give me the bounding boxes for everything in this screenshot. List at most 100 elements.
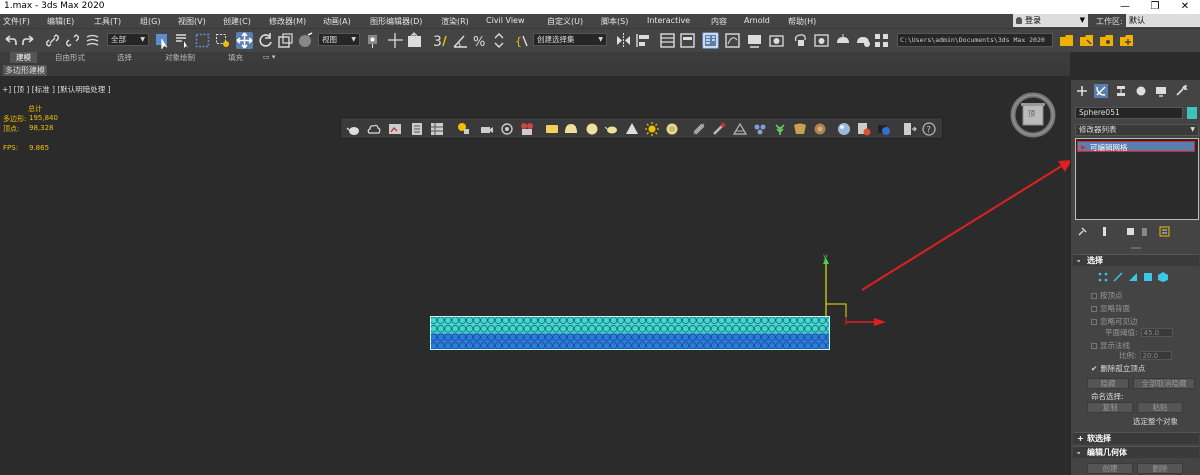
new-project-icon[interactable]: [1118, 32, 1135, 49]
menu-arnold[interactable]: Arnold: [744, 16, 770, 25]
polygon-modeling-label[interactable]: 多边形建模: [3, 65, 47, 76]
tab-populate[interactable]: 填充: [228, 52, 243, 63]
modify-panel-icon[interactable]: [1094, 84, 1108, 98]
edit-geometry-rollout-header[interactable]: - 编辑几何体: [1073, 446, 1199, 458]
named-selection-dropdown[interactable]: 创建选择集 ▼: [533, 33, 607, 46]
render-online-icon[interactable]: [873, 32, 890, 49]
modifier-list-dropdown[interactable]: 修改器列表 ▼: [1075, 124, 1199, 136]
viewport-top[interactable]: +] [顶 ] [标准 ] [默认明暗处理 ] 总计 多边形: 195,840 …: [0, 80, 1072, 475]
skydome-icon[interactable]: [664, 121, 680, 137]
fur-icon[interactable]: [812, 121, 828, 137]
viewport-label[interactable]: +] [顶 ] [标准 ] [默认明暗处理 ]: [2, 84, 111, 95]
menu-scripting[interactable]: 脚本(S): [601, 16, 628, 27]
edge-level-icon[interactable]: [1112, 271, 1124, 283]
ref-coord-dropdown[interactable]: 视图 ▼: [318, 33, 360, 46]
menu-modifiers[interactable]: 修改器(M): [269, 16, 306, 27]
move-icon[interactable]: [236, 32, 253, 49]
select-object-icon[interactable]: [154, 32, 171, 50]
atmosphere-icon[interactable]: [732, 121, 748, 137]
stack-item-editable-mesh[interactable]: ▶ 可编辑网格: [1077, 141, 1195, 152]
viewcube[interactable]: 顶: [1010, 92, 1056, 138]
selection-filter-dropdown[interactable]: 全部 ▼: [107, 33, 149, 46]
show-end-result-icon[interactable]: [1099, 226, 1110, 237]
face-level-icon[interactable]: [1127, 271, 1139, 283]
toggle-ribbon-icon[interactable]: [679, 32, 696, 49]
hierarchy-panel-icon[interactable]: [1114, 84, 1128, 98]
menu-file[interactable]: 文件(F): [3, 16, 30, 27]
cone-light-icon[interactable]: [624, 121, 640, 137]
project-folder-icon[interactable]: [1058, 32, 1075, 49]
list-icon[interactable]: [409, 121, 425, 137]
vertex-level-icon[interactable]: [1097, 271, 1109, 283]
planar-threshold-spinner[interactable]: 平面阈值: 45.0: [1105, 327, 1173, 338]
menu-customize[interactable]: 自定义(U): [547, 16, 583, 27]
export-icon[interactable]: [901, 121, 917, 137]
remove-modifier-icon[interactable]: [1139, 226, 1150, 237]
teapot-icon[interactable]: [346, 121, 362, 137]
rect-selection-icon[interactable]: [194, 32, 211, 49]
utilities-panel-icon[interactable]: [1174, 84, 1188, 98]
paste-button[interactable]: 粘贴: [1137, 402, 1183, 413]
material-editor-icon[interactable]: [768, 32, 785, 49]
create-button[interactable]: 创建: [1087, 463, 1133, 474]
foliage-icon[interactable]: [772, 121, 788, 137]
render-setup-icon[interactable]: [792, 32, 809, 49]
snap-toggle-icon[interactable]: 3: [432, 32, 449, 50]
login-dropdown[interactable]: 登录 ▼: [1013, 14, 1088, 27]
plane-light-icon[interactable]: [544, 121, 560, 137]
material-library-icon[interactable]: [856, 121, 872, 137]
menu-rendering[interactable]: 渲染(R): [441, 16, 469, 27]
workspace-select[interactable]: 默认: [1126, 14, 1200, 27]
unlink-icon[interactable]: [64, 32, 81, 49]
polygon-level-icon[interactable]: [1142, 271, 1154, 283]
rotate-icon[interactable]: [257, 32, 274, 49]
ignore-backfacing-option[interactable]: 忽略背面: [1091, 303, 1130, 314]
unhide-all-button[interactable]: 全部取消隐藏: [1133, 378, 1195, 389]
pipe-tool-icon[interactable]: [711, 121, 727, 137]
spinner-snap-icon[interactable]: [491, 32, 508, 49]
select-manipulate-icon[interactable]: [387, 32, 404, 49]
schematic-view-icon[interactable]: [746, 32, 763, 49]
lightbulb-icon[interactable]: [455, 121, 471, 137]
render-image-icon[interactable]: [387, 121, 403, 137]
grid-panel-icon[interactable]: [429, 121, 445, 137]
scene-explorer-icon[interactable]: [702, 32, 719, 49]
menu-help[interactable]: 帮助(H): [788, 16, 816, 27]
align-icon[interactable]: [635, 32, 652, 49]
keyboard-shortcut-icon[interactable]: [406, 32, 423, 49]
place-icon[interactable]: [297, 32, 314, 49]
sphere-light-icon[interactable]: [584, 121, 600, 137]
render-production-icon[interactable]: [834, 32, 851, 49]
sun-icon[interactable]: [644, 121, 660, 137]
render-iterative-icon[interactable]: [854, 32, 871, 49]
motion-panel-icon[interactable]: [1134, 84, 1148, 98]
camera-icon[interactable]: [479, 121, 495, 137]
ignore-visible-edges-option[interactable]: 忽略可见边: [1091, 316, 1138, 327]
help-icon[interactable]: ?: [921, 121, 937, 137]
configure-sets-icon[interactable]: [1159, 226, 1170, 237]
percent-snap-icon[interactable]: %: [472, 32, 489, 50]
film-camera-icon[interactable]: [519, 121, 535, 137]
menu-views[interactable]: 视图(V): [178, 16, 206, 27]
delete-button[interactable]: 删除: [1137, 463, 1183, 474]
delete-isolated-option[interactable]: ✔ 删除孤立顶点: [1091, 363, 1145, 374]
soft-selection-rollout-header[interactable]: + 软选择: [1073, 432, 1199, 444]
curve-editor-icon[interactable]: [724, 32, 741, 49]
element-level-icon[interactable]: [1157, 271, 1169, 283]
mesh-light-icon[interactable]: [604, 121, 620, 137]
window-crossing-icon[interactable]: [214, 32, 231, 49]
bind-space-warp-icon[interactable]: [84, 32, 101, 49]
project-path-field[interactable]: C:\Users\admin\Documents\3ds Max 2020: [897, 33, 1053, 47]
tab-freeform[interactable]: 自由形式: [55, 52, 85, 63]
menu-edit[interactable]: 编辑(E): [47, 16, 74, 27]
tab-selection[interactable]: 选择: [117, 52, 132, 63]
restore-button[interactable]: ❐: [1140, 0, 1170, 14]
set-project-icon[interactable]: [1078, 32, 1095, 49]
pivot-center-icon[interactable]: [365, 32, 382, 49]
hair-icon[interactable]: [691, 121, 707, 137]
by-vertex-option[interactable]: 按顶点: [1091, 290, 1123, 301]
menu-interactive[interactable]: Interactive: [647, 16, 690, 25]
object-name-field[interactable]: Sphere051: [1075, 107, 1183, 119]
menu-animation[interactable]: 动画(A): [323, 16, 351, 27]
minimize-button[interactable]: —: [1110, 0, 1140, 14]
